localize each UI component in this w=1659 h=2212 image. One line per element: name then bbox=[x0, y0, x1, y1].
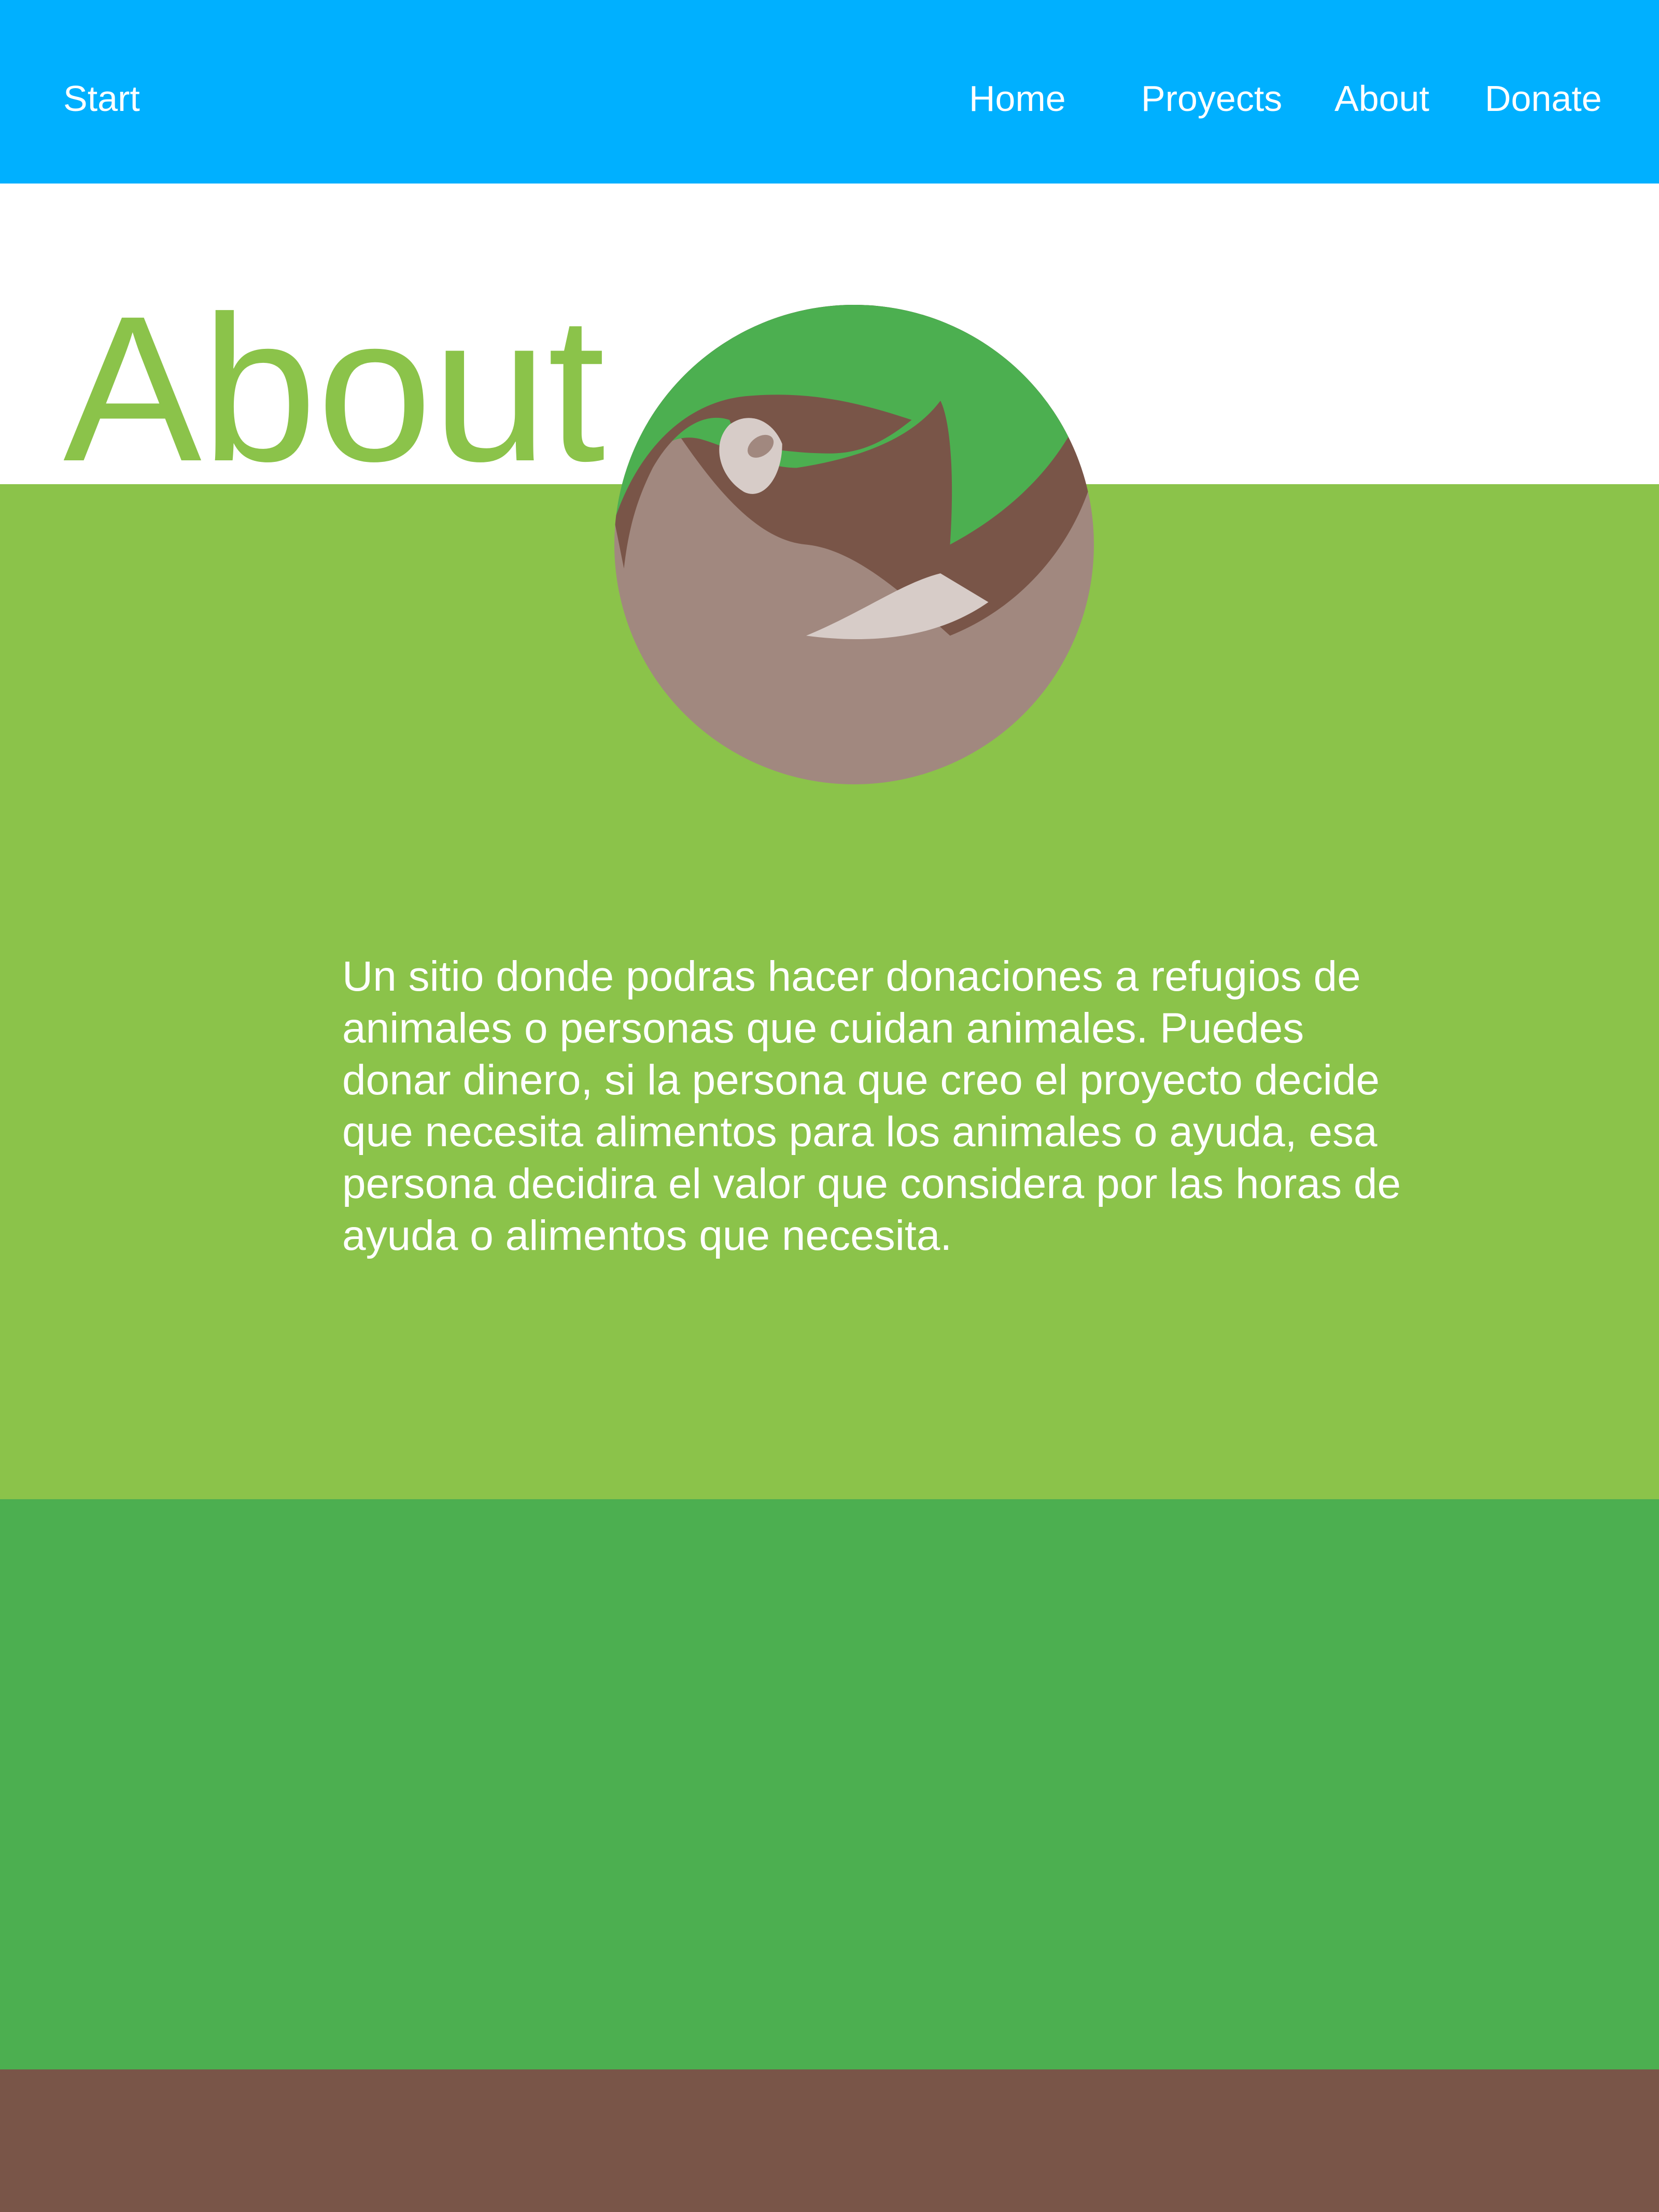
nav-home-link[interactable]: Home bbox=[969, 73, 1066, 124]
nav-about-link[interactable]: About bbox=[1334, 73, 1429, 124]
green-section bbox=[0, 1499, 1659, 2069]
top-navigation-bar: Start Home Proyects About Donate bbox=[0, 0, 1659, 184]
nav-donate-link[interactable]: Donate bbox=[1485, 73, 1602, 124]
page-title: About bbox=[63, 273, 606, 504]
nav-start-link[interactable]: Start bbox=[63, 73, 140, 124]
nav-proyects-link[interactable]: Proyects bbox=[1141, 73, 1282, 124]
sloth-logo-icon bbox=[614, 305, 1094, 784]
about-description: Un sitio donde podras hacer donaciones a… bbox=[342, 953, 1401, 1259]
footer bbox=[0, 2069, 1659, 2212]
